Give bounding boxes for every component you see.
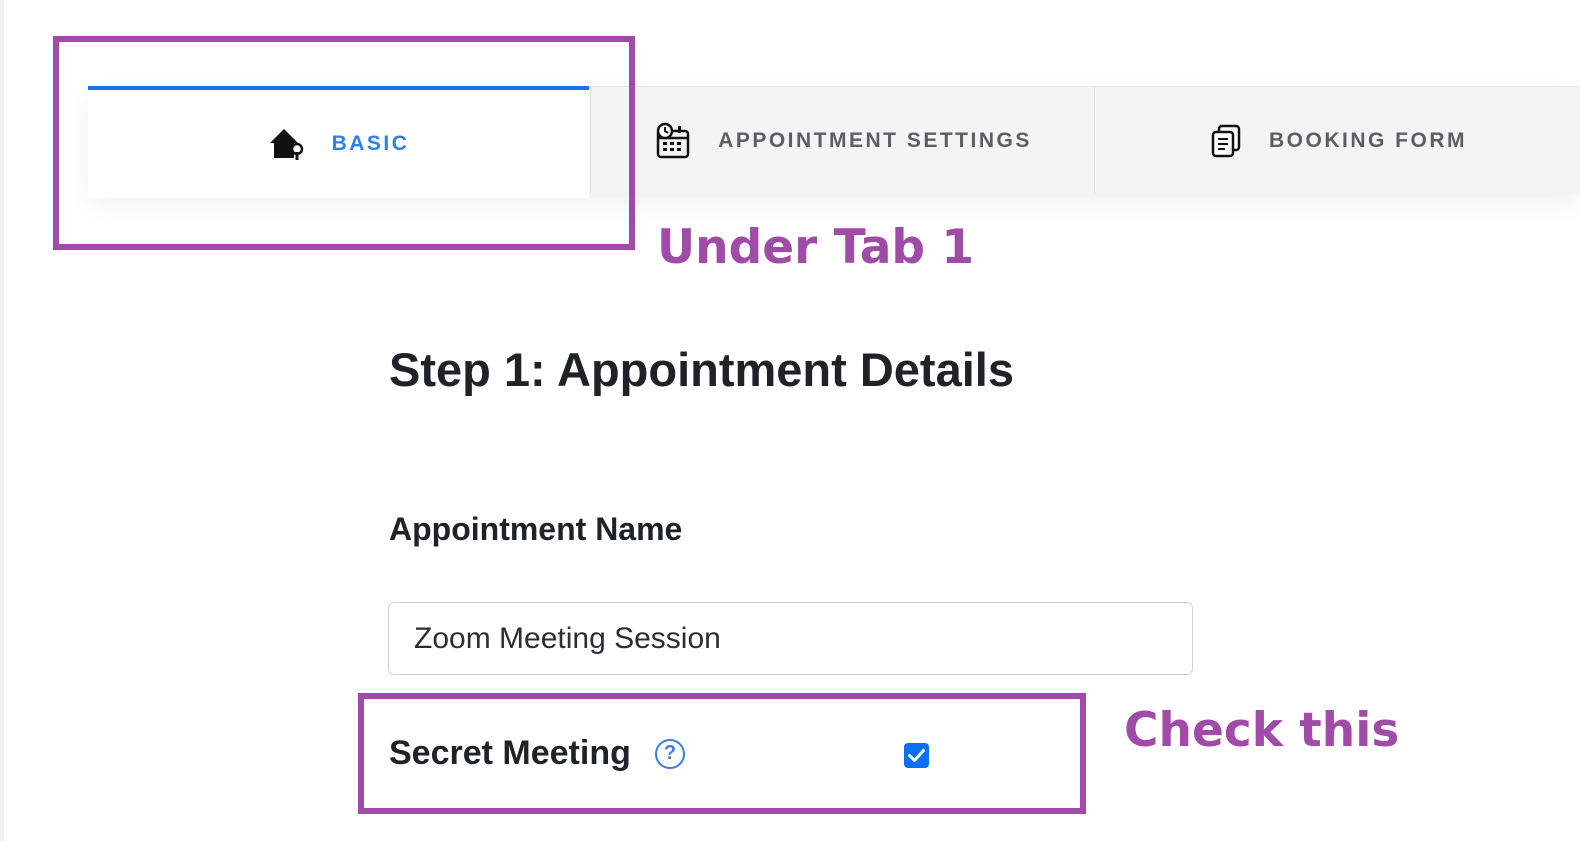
calendar-clock-icon — [654, 122, 692, 160]
annotation-under-tab: Under Tab 1 — [657, 220, 975, 275]
tab-appointment-settings[interactable]: APPOINTMENT SETTINGS — [590, 87, 1095, 194]
annotation-check-this: Check this — [1124, 703, 1400, 758]
page-left-edge — [0, 0, 4, 841]
tab-booking-form[interactable]: BOOKING FORM — [1094, 87, 1580, 194]
appointment-name-label: Appointment Name — [389, 511, 683, 547]
tab-booking-form-label: BOOKING FORM — [1269, 128, 1467, 152]
annotation-box-checkbox — [358, 693, 1086, 814]
page-title: Step 1: Appointment Details — [389, 343, 1014, 396]
tab-appointment-settings-label: APPOINTMENT SETTINGS — [718, 128, 1032, 152]
form-pages-icon — [1209, 123, 1243, 159]
annotation-box-tab — [53, 36, 635, 250]
appointment-name-input[interactable] — [388, 602, 1193, 675]
